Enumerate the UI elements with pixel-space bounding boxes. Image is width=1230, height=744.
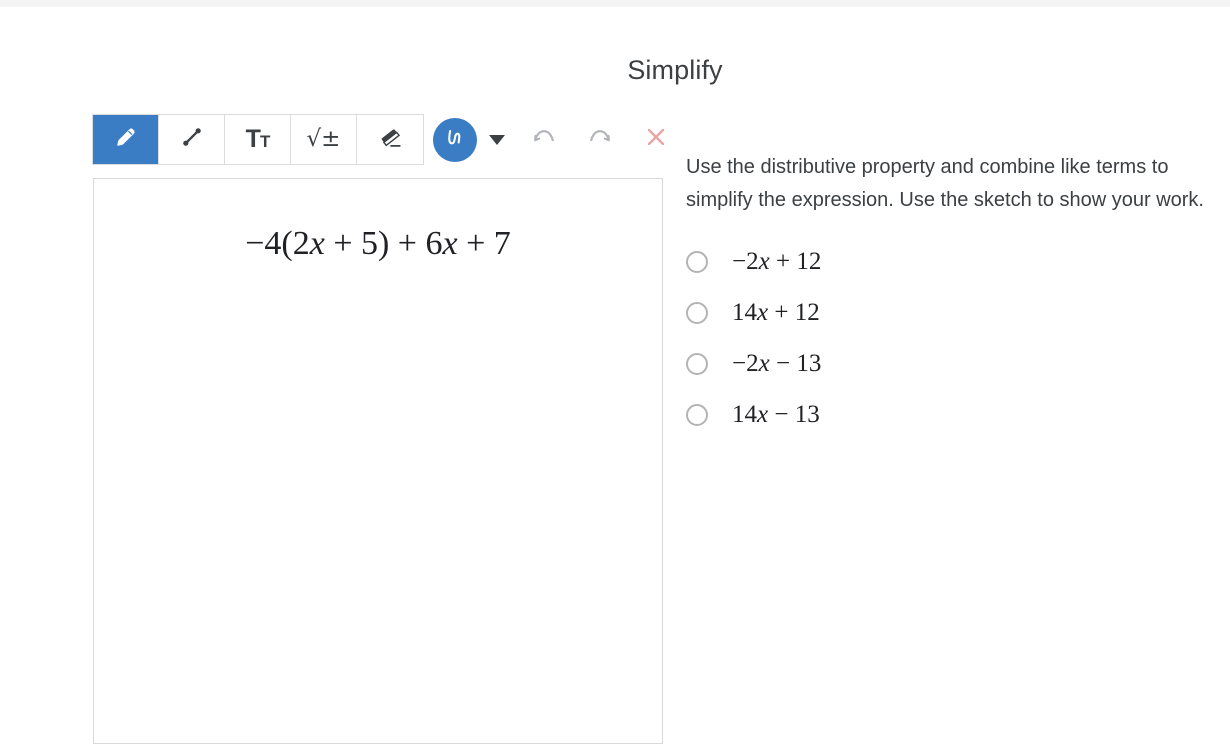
option-c-lead: −2	[732, 349, 759, 377]
undo-button[interactable]	[522, 118, 566, 162]
chevron-down-icon	[489, 134, 505, 145]
expression-variable-1: x	[309, 225, 325, 262]
expression-variable-2: x	[442, 225, 458, 262]
option-row-b[interactable]: 14x + 12	[686, 287, 1230, 338]
option-label-a: −2x + 12	[732, 248, 821, 276]
radio-button-c[interactable]	[686, 352, 708, 375]
option-label-c: −2x − 13	[732, 350, 821, 378]
stroke-style-dropdown[interactable]	[486, 118, 508, 162]
option-label-b: 14x + 12	[732, 299, 820, 327]
radio-button-a[interactable]	[686, 250, 708, 273]
top-bar-strip	[0, 0, 1230, 7]
option-b-variable: x	[757, 298, 769, 326]
option-c-tail: − 13	[769, 349, 822, 377]
expression-lead: −4(2	[245, 225, 310, 262]
text-icon-small-t: T	[259, 132, 270, 151]
square-root-plus-minus-icon: √±	[306, 126, 341, 152]
option-c-variable: x	[758, 349, 770, 377]
pencil-icon	[113, 124, 139, 155]
text-icon: TT	[245, 125, 271, 153]
line-icon	[179, 124, 205, 155]
tool-group: TT √±	[92, 114, 424, 165]
math-tool-button[interactable]: √±	[291, 115, 357, 164]
option-d-tail: − 13	[768, 400, 820, 428]
option-b-tail: + 12	[768, 298, 820, 326]
option-a-lead: −2	[732, 247, 759, 275]
page-title-text: Simplify	[627, 55, 723, 85]
option-row-c[interactable]: −2x − 13	[686, 338, 1230, 389]
radio-button-b[interactable]	[686, 301, 708, 324]
question-prompt: Use the distributive property and combin…	[686, 156, 1204, 211]
stroke-style-button[interactable]	[433, 117, 477, 162]
expression-tail: + 7	[457, 225, 511, 262]
scribble-icon	[442, 124, 468, 155]
option-a-variable: x	[758, 247, 770, 275]
eraser-tool-button[interactable]	[357, 115, 423, 164]
option-row-d[interactable]: 14x − 13	[686, 389, 1230, 440]
option-b-lead: 14	[732, 298, 757, 326]
option-row-a[interactable]: −2x + 12	[686, 236, 1230, 287]
text-tool-button[interactable]: TT	[225, 115, 291, 164]
question-panel: Use the distributive property and combin…	[686, 151, 1230, 440]
radio-button-d[interactable]	[686, 403, 708, 426]
option-d-lead: 14	[732, 400, 757, 428]
expression-mid: + 5) + 6	[324, 225, 443, 262]
answer-options: −2x + 12 14x + 12 −2x − 13 14x − 13	[686, 236, 1230, 440]
option-a-tail: + 12	[769, 247, 822, 275]
sketch-canvas[interactable]: −4(2x + 5) + 6x + 7	[93, 178, 663, 744]
option-label-d: 14x − 13	[732, 401, 820, 429]
eraser-icon	[377, 124, 403, 155]
sketch-toolbar: TT √±	[92, 114, 678, 165]
expression-display: −4(2x + 5) + 6x + 7	[94, 225, 662, 263]
page-title: Simplify	[0, 55, 1230, 86]
option-d-variable: x	[757, 400, 769, 428]
close-icon	[644, 125, 668, 154]
line-tool-button[interactable]	[159, 115, 225, 164]
pencil-tool-button[interactable]	[93, 115, 159, 164]
redo-button[interactable]	[578, 118, 622, 162]
text-icon-big-t: T	[245, 125, 261, 153]
undo-icon	[529, 122, 559, 157]
close-button[interactable]	[634, 118, 678, 162]
redo-icon	[585, 122, 615, 157]
